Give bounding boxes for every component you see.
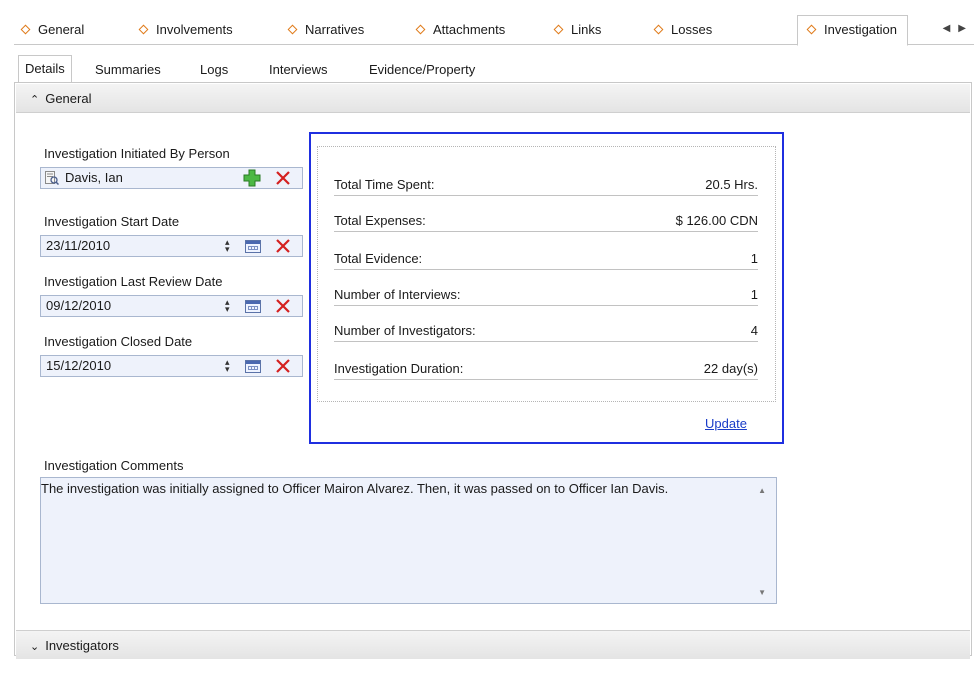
diamond-icon: [138, 24, 149, 35]
last-review-date-label: Investigation Last Review Date: [44, 274, 223, 289]
summary-value: $ 126.00 CDN: [675, 213, 758, 228]
summary-value: 1: [750, 251, 758, 266]
delete-icon[interactable]: [275, 170, 291, 186]
tab-label: Links: [571, 22, 602, 37]
investigation-sub-tabs: Details Summaries Logs Interviews Eviden…: [14, 55, 972, 83]
initiated-by-value: Davis, Ian: [65, 170, 123, 185]
closed-date-label: Investigation Closed Date: [44, 334, 193, 349]
comments-text: The investigation was initially assigned…: [41, 481, 669, 496]
record-tab-strip: General Involvements Narratives Attachme…: [14, 14, 974, 46]
subtab-interviews[interactable]: Interviews: [269, 59, 328, 81]
section-investigators-header[interactable]: ⌄ Investigators: [16, 630, 970, 659]
tab-label: Attachments: [433, 22, 506, 37]
calendar-icon[interactable]: [245, 360, 261, 373]
spinner-icon[interactable]: ▴ ▾: [225, 358, 233, 374]
summary-key: Total Time Spent:: [334, 177, 435, 192]
tab-narratives[interactable]: Narratives: [287, 18, 365, 42]
spinner-icon[interactable]: ▴ ▾: [225, 238, 233, 254]
add-icon[interactable]: [243, 169, 261, 187]
summary-row: Total Expenses: $ 126.00 CDN: [334, 205, 758, 232]
subtab-label: Evidence/Property: [369, 62, 476, 77]
initiated-by-field[interactable]: Davis, Ian: [40, 167, 303, 189]
delete-icon[interactable]: [275, 358, 291, 374]
subtab-label: Logs: [200, 62, 229, 77]
delete-icon[interactable]: [275, 298, 291, 314]
diamond-icon: [806, 24, 817, 35]
tab-involvements[interactable]: Involvements: [138, 18, 233, 42]
summary-value: 22 day(s): [703, 361, 758, 376]
summary-row: Total Time Spent: 20.5 Hrs.: [334, 169, 758, 196]
collapse-chevron-icon: ⌃: [30, 94, 40, 106]
tab-losses[interactable]: Losses: [653, 18, 713, 42]
summary-key: Total Expenses:: [334, 213, 426, 228]
diamond-icon: [553, 24, 564, 35]
subtab-label: Summaries: [95, 62, 161, 77]
summary-row: Number of Investigators: 4: [334, 315, 758, 342]
last-review-date-field[interactable]: 09/12/2010 ▴ ▾: [40, 295, 303, 317]
summary-key: Total Evidence:: [334, 251, 423, 266]
tab-label: Investigation: [824, 22, 897, 37]
calendar-icon[interactable]: [245, 240, 261, 253]
closed-date-field[interactable]: 15/12/2010 ▴ ▾: [40, 355, 303, 377]
subtab-evidence-property[interactable]: Evidence/Property: [369, 59, 475, 81]
spinner-icon[interactable]: ▴ ▾: [225, 298, 233, 314]
summary-value: 4: [750, 323, 758, 338]
section-title: Investigators: [45, 638, 119, 653]
summary-row: Investigation Duration: 22 day(s): [334, 353, 758, 380]
summary-table: Total Time Spent: 20.5 Hrs. Total Expense…: [317, 146, 776, 402]
last-review-date-value: 09/12/2010: [46, 298, 112, 313]
summary-row: Number of Interviews: 1: [334, 279, 758, 306]
tab-label: Narratives: [305, 22, 365, 37]
diamond-icon: [415, 24, 426, 35]
tab-label: General: [38, 22, 85, 37]
tab-attachments[interactable]: Attachments: [415, 18, 506, 42]
subtab-logs[interactable]: Logs: [200, 59, 228, 81]
closed-date-value: 15/12/2010: [46, 358, 112, 373]
calendar-icon[interactable]: [245, 300, 261, 313]
subtab-label: Details: [25, 61, 65, 76]
tab-investigation[interactable]: Investigation: [797, 15, 908, 46]
expand-chevron-icon: ⌄: [30, 641, 40, 653]
tab-scroll-right-icon[interactable]: ▶: [958, 23, 974, 34]
comments-textarea[interactable]: The investigation was initially assigned…: [40, 477, 777, 604]
tab-label: Losses: [671, 22, 713, 37]
comments-label: Investigation Comments: [44, 458, 184, 473]
summary-key: Investigation Duration:: [334, 361, 464, 376]
subtab-details[interactable]: Details: [18, 55, 72, 83]
tab-links[interactable]: Links: [553, 18, 602, 42]
tab-scroll-buttons: ◀▶: [943, 23, 974, 34]
diamond-icon: [287, 24, 298, 35]
section-general-header[interactable]: ⌃ General: [16, 84, 970, 113]
subtab-label: Interviews: [269, 62, 328, 77]
summary-value: 1: [750, 287, 758, 302]
diamond-icon: [20, 24, 31, 35]
start-date-value: 23/11/2010: [46, 238, 111, 253]
delete-icon[interactable]: [275, 238, 291, 254]
section-title: General: [45, 91, 92, 106]
person-lookup-icon[interactable]: [45, 171, 59, 185]
start-date-field[interactable]: 23/11/2010 ▴ ▾: [40, 235, 303, 257]
summary-value: 20.5 Hrs.: [705, 177, 758, 192]
update-link[interactable]: Update: [705, 416, 747, 431]
initiated-by-label: Investigation Initiated By Person: [44, 146, 230, 161]
scroll-up-icon[interactable]: ▲: [758, 486, 766, 495]
investigation-summary-box: Total Time Spent: 20.5 Hrs. Total Expense…: [309, 132, 784, 444]
summary-row: Total Evidence: 1: [334, 243, 758, 270]
subtab-summaries[interactable]: Summaries: [95, 59, 161, 81]
tab-label: Involvements: [156, 22, 233, 37]
summary-key: Number of Investigators:: [334, 323, 476, 338]
tab-scroll-left-icon[interactable]: ◀: [943, 23, 959, 34]
scroll-down-icon[interactable]: ▼: [758, 588, 766, 597]
diamond-icon: [653, 24, 664, 35]
summary-key: Number of Interviews:: [334, 287, 461, 302]
tab-general[interactable]: General: [20, 18, 85, 42]
start-date-label: Investigation Start Date: [44, 214, 180, 229]
